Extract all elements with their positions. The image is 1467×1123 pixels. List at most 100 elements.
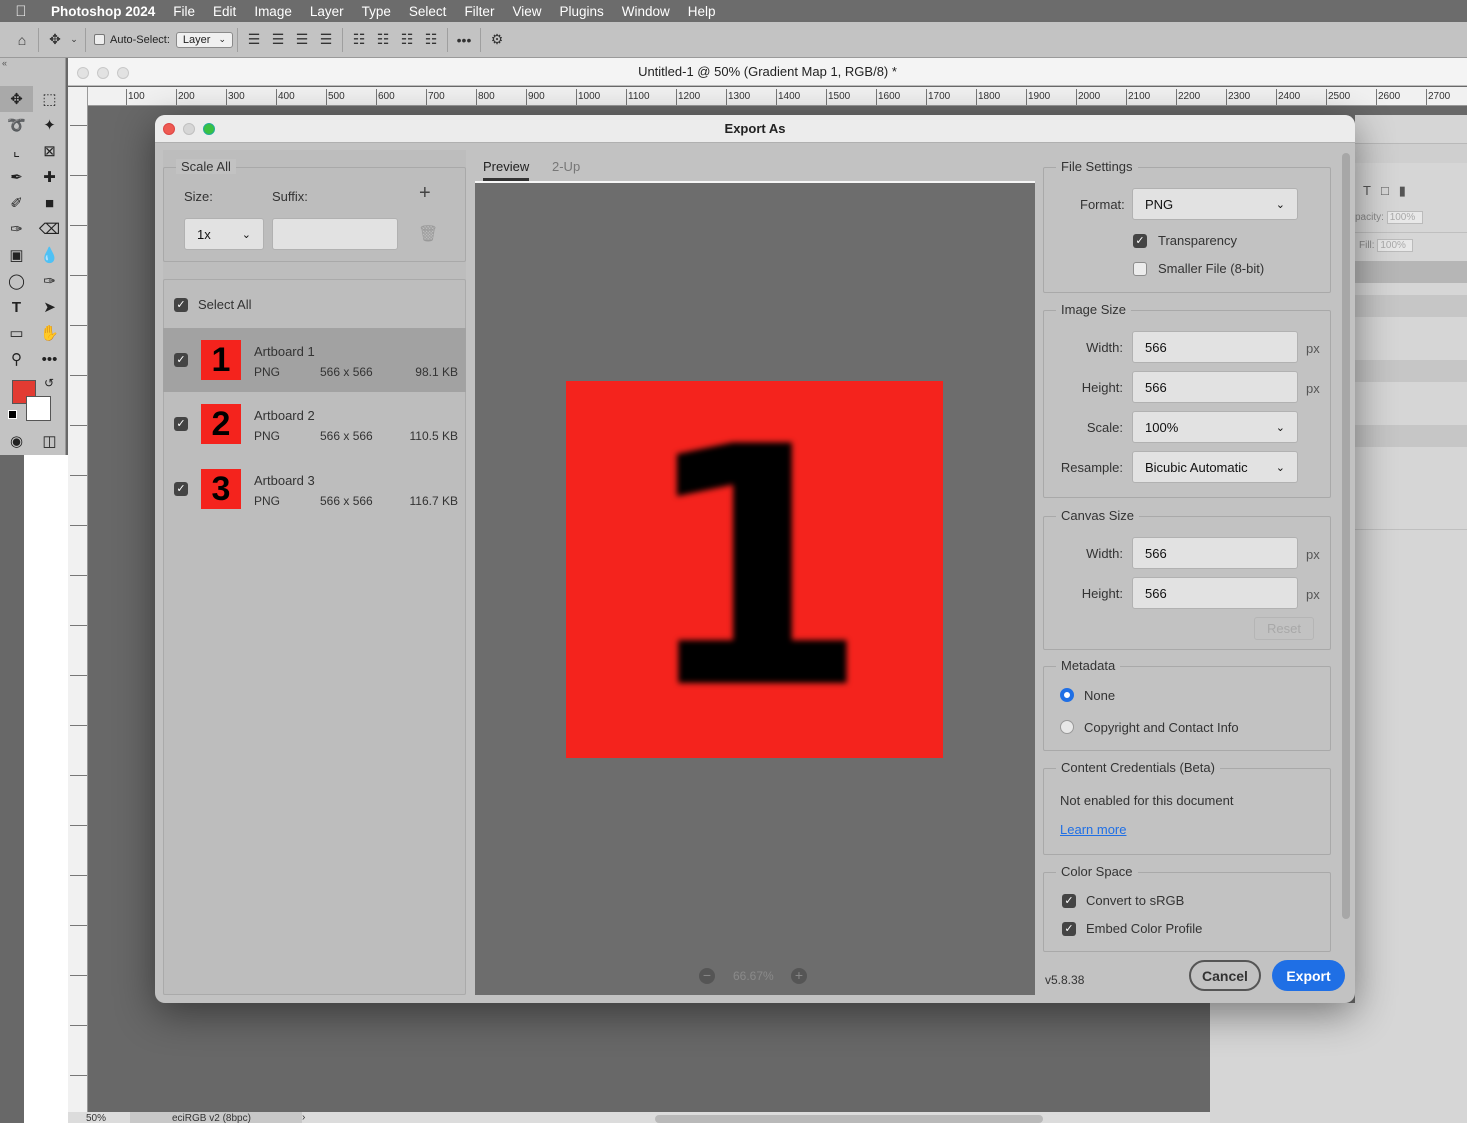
close-window-icon[interactable]: [163, 123, 175, 135]
distribute-icon[interactable]: ☰: [314, 28, 338, 52]
gradient-tool-icon[interactable]: ▣: [0, 242, 33, 268]
align-right-icon[interactable]: ☰: [290, 28, 314, 52]
artboard-row[interactable]: ✓ 2 Artboard 2 PNG 566 x 566 110.5 KB: [163, 392, 466, 456]
move-tool-icon[interactable]: ✥: [0, 86, 33, 112]
dodge-tool-icon[interactable]: ◯: [0, 268, 33, 294]
layer-row[interactable]: [1355, 360, 1467, 382]
more-tools-icon[interactable]: •••: [33, 346, 66, 372]
horizontal-scrollbar[interactable]: [655, 1115, 1043, 1123]
rectangle-tool-icon[interactable]: ▭: [0, 320, 33, 346]
layer-row[interactable]: [1355, 295, 1467, 317]
type-tool-icon[interactable]: T: [0, 294, 33, 320]
minimize-window-icon[interactable]: [97, 67, 109, 79]
settings-scrollbar[interactable]: [1342, 153, 1350, 919]
lasso-tool-icon[interactable]: ➰: [0, 112, 33, 138]
pen-tool-icon[interactable]: ✑: [33, 268, 66, 294]
chevron-right-icon[interactable]: ›: [302, 1112, 305, 1123]
align-center-icon[interactable]: ☰: [266, 28, 290, 52]
eyedropper-icon[interactable]: ✒: [0, 164, 33, 190]
learn-more-link[interactable]: Learn more: [1060, 822, 1126, 837]
align-left-icon[interactable]: ☰: [242, 28, 266, 52]
distribute-vertical-icon[interactable]: ☷: [419, 28, 443, 52]
brush-tool-icon[interactable]: ✐: [0, 190, 33, 216]
zoom-tool-icon[interactable]: ⚲: [0, 346, 33, 372]
tab-preview[interactable]: Preview: [483, 159, 529, 174]
format-dropdown[interactable]: PNG ⌄: [1132, 188, 1298, 220]
trash-icon[interactable]: 🗑: [418, 224, 438, 244]
metadata-none-radio[interactable]: [1060, 688, 1074, 702]
chevron-down-icon[interactable]: ⌄: [67, 28, 81, 52]
fill-value[interactable]: 100%: [1377, 239, 1414, 252]
reset-button[interactable]: Reset: [1254, 617, 1314, 640]
swap-colors-icon[interactable]: ↺: [44, 376, 54, 390]
artboard-row[interactable]: ✓ 1 Artboard 1 PNG 566 x 566 98.1 KB: [163, 328, 466, 392]
export-button[interactable]: Export: [1272, 960, 1345, 991]
healing-brush-icon[interactable]: ✚: [33, 164, 66, 190]
home-icon[interactable]: ⌂: [10, 28, 34, 52]
menu-view[interactable]: View: [503, 4, 550, 19]
fill-control[interactable]: Fill: 100%: [1359, 239, 1414, 252]
menu-layer[interactable]: Layer: [301, 4, 353, 19]
align-middle-icon[interactable]: ☷: [371, 28, 395, 52]
menu-type[interactable]: Type: [353, 4, 400, 19]
move-tool-icon[interactable]: ✥: [43, 28, 67, 52]
frame-tool-icon[interactable]: ⊠: [33, 138, 66, 164]
marquee-tool-icon[interactable]: ⬚: [33, 86, 66, 112]
image-width-input[interactable]: 566: [1132, 331, 1298, 363]
magic-wand-icon[interactable]: ✦: [33, 112, 66, 138]
transparency-checkbox[interactable]: ✓: [1133, 234, 1147, 248]
history-brush-icon[interactable]: ✑: [0, 216, 33, 242]
align-bottom-icon[interactable]: ☷: [395, 28, 419, 52]
auto-select-checkbox[interactable]: [94, 34, 105, 45]
apple-icon[interactable]: : [0, 3, 42, 20]
cancel-button[interactable]: Cancel: [1189, 960, 1261, 991]
embed-profile-checkbox[interactable]: ✓: [1062, 922, 1076, 936]
menu-app-name[interactable]: Photoshop 2024: [42, 4, 164, 19]
zoom-out-icon[interactable]: −: [699, 968, 715, 984]
stamp-tool-icon[interactable]: ■: [33, 190, 66, 216]
quick-mask-icon[interactable]: ◉: [0, 428, 33, 454]
artboard-row[interactable]: ✓ 3 Artboard 3 PNG 566 x 566 116.7 KB: [163, 457, 466, 521]
close-window-icon[interactable]: [77, 67, 89, 79]
menu-help[interactable]: Help: [679, 4, 725, 19]
opacity-value[interactable]: 100%: [1386, 211, 1423, 224]
menu-filter[interactable]: Filter: [455, 4, 503, 19]
collapse-panel-icon[interactable]: «: [0, 58, 65, 74]
gear-icon[interactable]: ⚙: [485, 28, 509, 52]
resample-dropdown[interactable]: Bicubic Automatic ⌄: [1132, 451, 1298, 483]
add-scale-icon[interactable]: +: [419, 182, 431, 205]
canvas-height-input[interactable]: 566: [1132, 577, 1298, 609]
layer-row[interactable]: [1355, 425, 1467, 447]
path-select-icon[interactable]: ➤: [33, 294, 66, 320]
menu-image[interactable]: Image: [245, 4, 301, 19]
layer-row[interactable]: [1355, 261, 1467, 283]
opacity-control[interactable]: pacity: 100%: [1355, 211, 1423, 224]
zoom-window-icon[interactable]: [203, 123, 215, 135]
tab-2-up[interactable]: 2-Up: [552, 159, 580, 174]
screen-mode-icon[interactable]: ◫: [33, 428, 66, 454]
menu-file[interactable]: File: [164, 4, 204, 19]
size-dropdown[interactable]: 1x ⌄: [184, 218, 264, 250]
auto-select-dropdown[interactable]: Layer ⌄: [175, 31, 233, 48]
hand-tool-icon[interactable]: ✋: [33, 320, 66, 346]
metadata-copyright-radio[interactable]: [1060, 720, 1074, 734]
align-top-icon[interactable]: ☷: [347, 28, 371, 52]
zoom-window-icon[interactable]: [117, 67, 129, 79]
more-options-icon[interactable]: •••: [452, 28, 476, 52]
zoom-in-icon[interactable]: +: [791, 968, 807, 984]
scale-dropdown[interactable]: 100% ⌄: [1132, 411, 1298, 443]
smaller-file-checkbox[interactable]: [1133, 262, 1147, 276]
menu-select[interactable]: Select: [400, 4, 456, 19]
suffix-input[interactable]: [272, 218, 398, 250]
zoom-status[interactable]: 50%: [86, 1113, 106, 1123]
convert-srgb-checkbox[interactable]: ✓: [1062, 894, 1076, 908]
background-color-swatch[interactable]: [26, 396, 51, 421]
select-all-checkbox[interactable]: ✓: [174, 298, 188, 312]
artboard-checkbox[interactable]: ✓: [174, 482, 188, 496]
canvas-width-input[interactable]: 566: [1132, 537, 1298, 569]
blur-tool-icon[interactable]: 💧: [33, 242, 66, 268]
menu-window[interactable]: Window: [613, 4, 679, 19]
layer-filter-icons[interactable]: T□▮: [1363, 183, 1416, 199]
menu-edit[interactable]: Edit: [204, 4, 245, 19]
default-colors-icon[interactable]: [8, 410, 17, 419]
